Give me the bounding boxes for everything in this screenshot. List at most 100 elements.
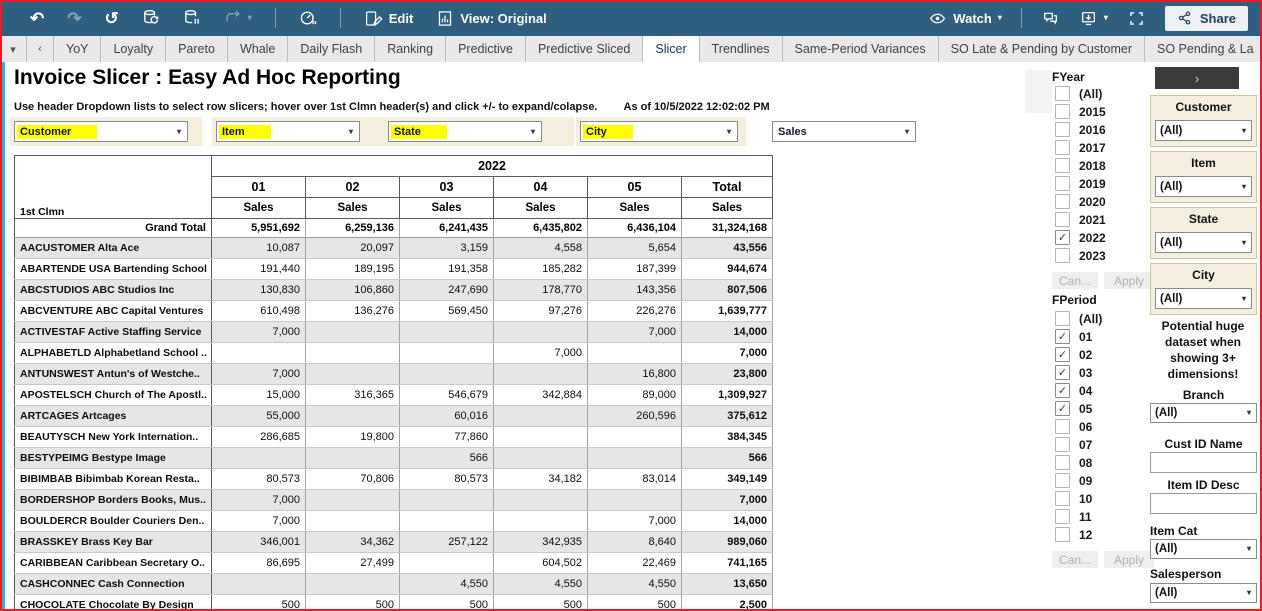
checkbox-unchecked-icon[interactable] — [1055, 473, 1070, 488]
period-header-01[interactable]: 01 — [212, 177, 306, 198]
value-cell[interactable] — [212, 574, 306, 595]
row-label[interactable]: ABARTENDE USA Bartending School — [15, 259, 212, 280]
edit-button[interactable]: Edit — [364, 10, 414, 27]
apply-button[interactable]: Apply — [1104, 551, 1154, 568]
value-cell[interactable]: 7,000 — [494, 343, 588, 364]
share-button[interactable]: Share — [1165, 6, 1248, 31]
checkbox-checked-icon[interactable]: ✓ — [1055, 347, 1070, 362]
value-cell[interactable]: 316,365 — [306, 385, 400, 406]
value-cell[interactable]: 247,690 — [400, 280, 494, 301]
value-cell[interactable]: 80,573 — [400, 469, 494, 490]
value-cell[interactable] — [588, 343, 682, 364]
checkbox-unchecked-icon[interactable] — [1055, 194, 1070, 209]
value-cell[interactable]: 346,001 — [212, 532, 306, 553]
download-button[interactable]: ▾ — [1079, 10, 1108, 27]
value-cell[interactable]: 14,000 — [682, 511, 773, 532]
value-cell[interactable] — [588, 448, 682, 469]
undo-icon[interactable]: ↶ — [30, 10, 44, 27]
grand-total-cell[interactable]: 6,435,802 — [494, 219, 588, 238]
value-cell[interactable] — [400, 553, 494, 574]
row-label[interactable]: ARTCAGES Artcages — [15, 406, 212, 427]
value-cell[interactable]: 7,000 — [212, 511, 306, 532]
value-cell[interactable]: 43,556 — [682, 238, 773, 259]
value-cell[interactable]: 7,000 — [682, 343, 773, 364]
checkbox-fperiod-12[interactable]: 12 — [1055, 527, 1092, 542]
checkbox-fyear-2018[interactable]: 2018 — [1055, 158, 1106, 173]
value-cell[interactable] — [306, 490, 400, 511]
cancel-button[interactable]: Can... — [1052, 551, 1098, 568]
checkbox-fperiod-10[interactable]: 10 — [1055, 491, 1092, 506]
row-label[interactable]: CHOCOLATE Chocolate By Design — [15, 595, 212, 611]
checkbox-fperiod-all[interactable]: (All) — [1055, 311, 1102, 326]
value-cell[interactable]: 143,356 — [588, 280, 682, 301]
measure-header[interactable]: Sales — [682, 198, 773, 219]
value-cell[interactable] — [306, 574, 400, 595]
value-cell[interactable] — [400, 343, 494, 364]
checkbox-unchecked-icon[interactable] — [1055, 419, 1070, 434]
field-input-item-id-desc[interactable] — [1150, 493, 1257, 514]
value-cell[interactable]: 191,440 — [212, 259, 306, 280]
row-label[interactable]: BEAUTYSCH New York Internation.. — [15, 427, 212, 448]
measure-header[interactable]: Sales — [306, 198, 400, 219]
checkbox-fyear-2015[interactable]: 2015 — [1055, 104, 1106, 119]
value-cell[interactable]: 60,016 — [400, 406, 494, 427]
value-cell[interactable]: 569,450 — [400, 301, 494, 322]
value-cell[interactable]: 4,550 — [400, 574, 494, 595]
value-cell[interactable]: 13,650 — [682, 574, 773, 595]
value-cell[interactable]: 566 — [682, 448, 773, 469]
value-cell[interactable] — [494, 322, 588, 343]
value-cell[interactable]: 4,558 — [494, 238, 588, 259]
slicer-dropdown-item[interactable]: Item▾ — [216, 121, 360, 142]
row-label[interactable]: ABCVENTURE ABC Capital Ventures — [15, 301, 212, 322]
grand-total-cell[interactable]: 6,436,104 — [588, 219, 682, 238]
checkbox-unchecked-icon[interactable] — [1055, 158, 1070, 173]
field-dropdown-salesperson[interactable]: (All)▾ — [1150, 583, 1257, 603]
period-header-04[interactable]: 04 — [494, 177, 588, 198]
value-cell[interactable]: 807,506 — [682, 280, 773, 301]
value-cell[interactable]: 83,014 — [588, 469, 682, 490]
value-cell[interactable] — [306, 511, 400, 532]
measure-header[interactable]: Sales — [400, 198, 494, 219]
value-cell[interactable]: 86,695 — [212, 553, 306, 574]
checkbox-unchecked-icon[interactable] — [1055, 509, 1070, 524]
quick-filter-dropdown-item[interactable]: (All)▾ — [1155, 176, 1252, 197]
value-cell[interactable]: 77,860 — [400, 427, 494, 448]
value-cell[interactable]: 342,935 — [494, 532, 588, 553]
value-cell[interactable]: 342,884 — [494, 385, 588, 406]
value-cell[interactable]: 7,000 — [682, 490, 773, 511]
fullscreen-icon[interactable] — [1127, 10, 1146, 27]
value-cell[interactable]: 34,362 — [306, 532, 400, 553]
value-cell[interactable]: 7,000 — [588, 322, 682, 343]
row-label[interactable]: ANTUNSWEST Antun's of Westche.. — [15, 364, 212, 385]
value-cell[interactable] — [400, 322, 494, 343]
checkbox-fperiod-03[interactable]: ✓03 — [1055, 365, 1092, 380]
checkbox-unchecked-icon[interactable] — [1055, 104, 1070, 119]
value-cell[interactable]: 19,800 — [306, 427, 400, 448]
tab-yoy[interactable]: YoY — [54, 36, 101, 62]
value-cell[interactable]: 286,685 — [212, 427, 306, 448]
value-cell[interactable]: 989,060 — [682, 532, 773, 553]
value-cell[interactable] — [306, 406, 400, 427]
watch-button[interactable]: Watch ▾ — [928, 10, 1002, 27]
collapse-panel-button[interactable]: › — [1155, 67, 1239, 89]
checkbox-checked-icon[interactable]: ✓ — [1055, 329, 1070, 344]
value-cell[interactable]: 22,469 — [588, 553, 682, 574]
tab-so-pending-la[interactable]: SO Pending & La — [1145, 36, 1262, 62]
checkbox-unchecked-icon[interactable] — [1055, 122, 1070, 137]
checkbox-unchecked-icon[interactable] — [1055, 140, 1070, 155]
value-cell[interactable]: 8,640 — [588, 532, 682, 553]
row-label[interactable]: CARIBBEAN Caribbean Secretary O.. — [15, 553, 212, 574]
checkbox-unchecked-icon[interactable] — [1055, 527, 1070, 542]
value-cell[interactable]: 546,679 — [400, 385, 494, 406]
checkbox-unchecked-icon[interactable] — [1055, 311, 1070, 326]
value-cell[interactable] — [588, 427, 682, 448]
value-cell[interactable]: 14,000 — [682, 322, 773, 343]
row-label[interactable]: BOULDERCR Boulder Couriers Den.. — [15, 511, 212, 532]
tab-pareto[interactable]: Pareto — [166, 36, 228, 62]
measure-header[interactable]: Sales — [212, 198, 306, 219]
value-cell[interactable]: 1,639,777 — [682, 301, 773, 322]
value-cell[interactable]: 5,654 — [588, 238, 682, 259]
checkbox-unchecked-icon[interactable] — [1055, 491, 1070, 506]
checkbox-fperiod-06[interactable]: 06 — [1055, 419, 1092, 434]
grand-total-label[interactable]: Grand Total — [15, 219, 212, 238]
